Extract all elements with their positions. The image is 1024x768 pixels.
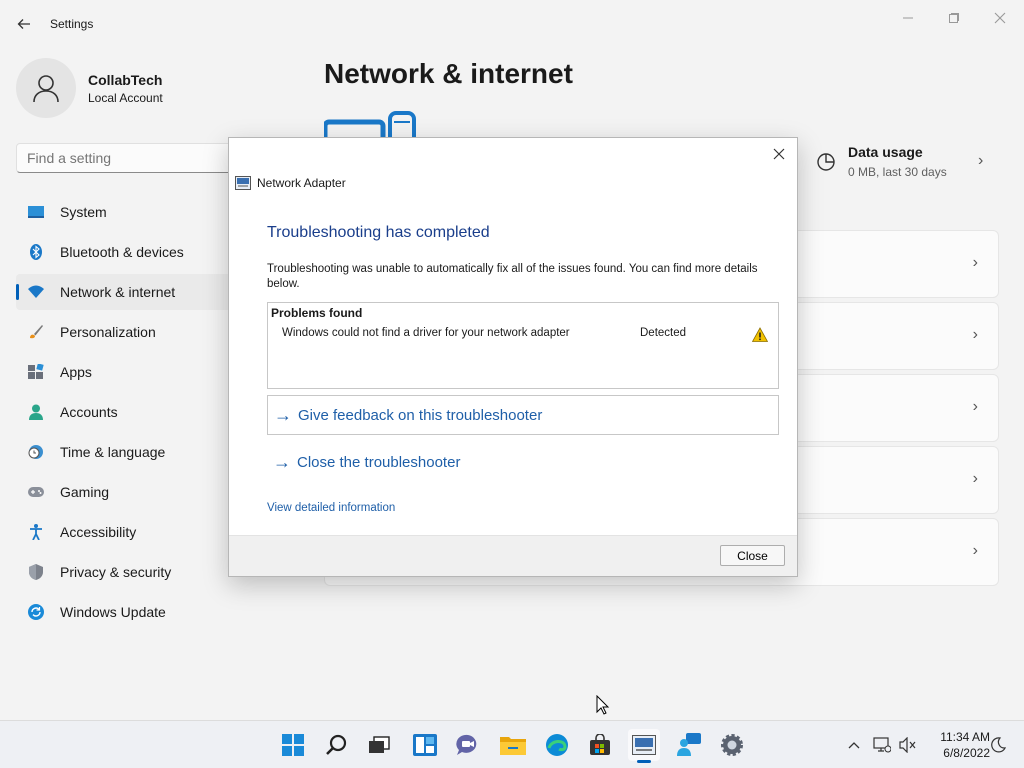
maximize-icon[interactable] — [934, 6, 974, 30]
sidebar-item-label: Accessibility — [60, 524, 137, 540]
notifications-moon-icon[interactable] — [988, 735, 1008, 755]
sidebar-item-bluetooth[interactable]: Bluetooth & devices — [16, 234, 246, 270]
sidebar-item-system[interactable]: System — [16, 194, 246, 230]
system-clock[interactable]: 11:34 AM 6/8/2022 — [920, 729, 990, 761]
page-title: Network & internet — [324, 58, 573, 89]
sidebar-item-label: Bluetooth & devices — [60, 244, 184, 260]
clock-date: 6/8/2022 — [943, 746, 990, 760]
dialog-heading: Troubleshooting has completed — [267, 224, 490, 241]
chat-icon[interactable] — [452, 729, 484, 761]
store-icon[interactable] — [584, 729, 616, 761]
chevron-right-icon: › — [972, 470, 978, 487]
close-button[interactable]: Close — [720, 545, 785, 566]
volume-muted-icon[interactable] — [898, 735, 918, 755]
dialog-close-icon[interactable] — [767, 142, 791, 166]
start-icon[interactable] — [277, 729, 309, 761]
avatar — [16, 58, 76, 118]
dialog-description: Troubleshooting was unable to automatica… — [267, 263, 758, 290]
troubleshooter-dialog: Network Adapter Troubleshooting has comp… — [228, 137, 798, 577]
problems-found-title: Problems found — [271, 306, 363, 320]
file-explorer-icon[interactable] — [497, 729, 529, 761]
search-icon[interactable] — [321, 729, 353, 761]
gamepad-icon — [28, 484, 44, 500]
get-help-icon[interactable] — [673, 729, 705, 761]
settings-icon[interactable] — [716, 729, 748, 761]
network-icon[interactable] — [872, 735, 892, 755]
clock-time: 11:34 AM — [940, 730, 990, 744]
chevron-right-icon: › — [972, 542, 978, 559]
chevron-right-icon: › — [972, 326, 978, 343]
sidebar-item-label: Accounts — [60, 404, 118, 420]
update-icon — [28, 604, 44, 620]
sidebar-item-privacy-security[interactable]: Privacy & security — [16, 554, 246, 590]
shield-icon — [28, 564, 44, 580]
mouse-cursor-icon — [596, 695, 610, 715]
close-troubleshooter-link[interactable]: → Close the troubleshooter — [267, 442, 779, 482]
data-usage-title: Data usage — [848, 144, 923, 160]
sidebar-item-label: Gaming — [60, 484, 110, 500]
network-adapter-icon — [235, 176, 251, 190]
apps-icon — [28, 364, 44, 380]
monitor-icon — [28, 204, 44, 220]
person-icon — [33, 75, 59, 103]
minimize-icon[interactable] — [888, 6, 928, 30]
back-arrow-icon[interactable] — [12, 12, 36, 36]
sidebar-item-time-language[interactable]: Time & language — [16, 434, 246, 470]
sidebar-item-label: Time & language — [60, 444, 166, 460]
troubleshooter-icon[interactable] — [628, 729, 660, 763]
wifi-icon — [28, 284, 44, 300]
title-bar: Settings — [0, 0, 1024, 48]
search-input[interactable] — [16, 143, 256, 173]
sidebar-item-accessibility[interactable]: Accessibility — [16, 514, 246, 550]
arrow-right-icon: → — [273, 451, 291, 472]
chevron-right-icon: › — [972, 398, 978, 415]
close-icon[interactable] — [980, 6, 1020, 30]
brush-icon — [28, 324, 44, 340]
sidebar-nav: System Bluetooth & devices Network & int… — [16, 194, 246, 634]
clock-globe-icon — [28, 444, 44, 460]
view-detailed-information-link[interactable]: View detailed information — [267, 502, 395, 514]
chevron-right-icon: › — [978, 152, 984, 169]
dialog-window-title: Network Adapter — [257, 176, 346, 190]
sidebar-item-gaming[interactable]: Gaming — [16, 474, 246, 510]
window-title: Settings — [50, 17, 94, 31]
task-view-icon[interactable] — [363, 729, 395, 761]
dialog-header: Network Adapter — [235, 176, 346, 190]
data-usage-item[interactable]: Data usage 0 MB, last 30 days › — [812, 140, 1002, 192]
sidebar-item-apps[interactable]: Apps — [16, 354, 246, 390]
bluetooth-icon — [28, 244, 44, 260]
sidebar-item-label: Windows Update — [60, 604, 166, 620]
data-usage-subtitle: 0 MB, last 30 days — [848, 165, 947, 179]
sidebar-item-label: Privacy & security — [60, 564, 172, 580]
arrow-right-icon: → — [274, 404, 292, 425]
close-troubleshooter-label: Close the troubleshooter — [297, 453, 461, 471]
person-icon — [28, 404, 44, 420]
accessibility-icon — [28, 524, 44, 540]
sidebar-item-personalization[interactable]: Personalization — [16, 314, 246, 350]
profile-account-type: Local Account — [88, 91, 163, 105]
sidebar-item-label: Network & internet — [60, 284, 176, 300]
sidebar-item-label: Personalization — [60, 324, 156, 340]
chevron-right-icon: › — [972, 254, 978, 271]
taskbar: 11:34 AM 6/8/2022 — [0, 720, 1024, 768]
widgets-icon[interactable] — [409, 729, 441, 761]
dialog-footer: Close — [229, 535, 797, 576]
chevron-up-icon[interactable] — [844, 735, 864, 755]
sidebar-item-label: Apps — [60, 364, 92, 380]
data-usage-icon — [817, 153, 835, 171]
sidebar-item-label: System — [60, 204, 107, 220]
warning-icon — [752, 327, 768, 342]
problem-description: Windows could not find a driver for your… — [282, 327, 570, 339]
edge-icon[interactable] — [541, 729, 573, 761]
problems-found-box: Problems found Windows could not find a … — [267, 302, 779, 389]
sidebar-item-windows-update[interactable]: Windows Update — [16, 594, 246, 630]
give-feedback-link[interactable]: → Give feedback on this troubleshooter — [267, 395, 779, 435]
profile-name: CollabTech — [88, 72, 163, 88]
give-feedback-label: Give feedback on this troubleshooter — [298, 406, 543, 424]
problem-status: Detected — [640, 327, 687, 339]
sidebar-item-network[interactable]: Network & internet — [16, 274, 246, 310]
sidebar-item-accounts[interactable]: Accounts — [16, 394, 246, 430]
